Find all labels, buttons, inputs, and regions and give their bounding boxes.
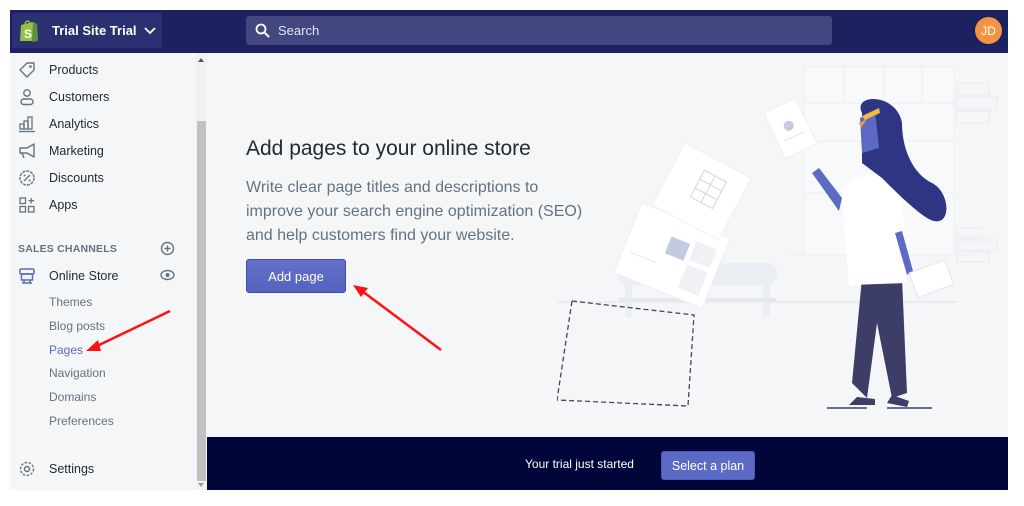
eye-icon[interactable] <box>160 269 175 281</box>
shopify-logo-icon: S <box>20 19 38 42</box>
tag-icon <box>19 61 35 78</box>
sidebar-subitem-navigation[interactable]: Navigation <box>49 366 106 380</box>
sidebar-item-settings[interactable]: Settings <box>10 455 196 482</box>
sidebar-subitem-blog-posts[interactable]: Blog posts <box>49 319 105 333</box>
sidebar-item-label: Settings <box>49 461 95 476</box>
sidebar-item-discounts[interactable]: Discounts <box>10 164 196 191</box>
sidebar-item-marketing[interactable]: Marketing <box>10 137 196 164</box>
sidebar-item-label: Online Store <box>49 268 119 283</box>
page-description: Write clear page titles and descriptions… <box>246 179 583 244</box>
store-switcher[interactable]: S Trial Site Trial <box>12 13 162 48</box>
sidebar-item-label: Products <box>49 62 99 77</box>
sidebar-item-label: Customers <box>49 89 110 104</box>
sales-channels-heading: SALES CHANNELS <box>18 243 118 255</box>
avatar[interactable]: JD <box>975 17 1002 44</box>
sidebar-item-label: Marketing <box>49 143 104 158</box>
apps-icon <box>19 196 35 213</box>
app-window: S Trial Site Trial JD Products <box>10 10 1008 490</box>
sidebar: Products Customers Analytics Marketing D… <box>10 53 196 490</box>
chevron-down-icon <box>143 26 156 34</box>
main-content: Add pages to your online store Write cle… <box>207 53 1008 437</box>
add-sales-channel-icon[interactable] <box>160 241 175 256</box>
top-bar: S Trial Site Trial JD <box>10 10 1008 53</box>
sidebar-item-customers[interactable]: Customers <box>10 83 196 110</box>
sidebar-scrollbar[interactable] <box>196 53 207 490</box>
sidebar-item-apps[interactable]: Apps <box>10 191 196 218</box>
sidebar-subitem-themes[interactable]: Themes <box>49 295 92 309</box>
sidebar-subitem-preferences[interactable]: Preferences <box>49 414 114 428</box>
scroll-up-arrow-icon[interactable] <box>198 58 204 62</box>
bar-chart-icon <box>19 115 35 132</box>
megaphone-icon <box>19 142 35 158</box>
sidebar-subitem-pages[interactable]: Pages <box>49 343 83 357</box>
sidebar-item-analytics[interactable]: Analytics <box>10 110 196 137</box>
sidebar-subitem-domains[interactable]: Domains <box>49 390 96 404</box>
sidebar-item-label: Discounts <box>49 170 104 185</box>
search-bar[interactable] <box>246 16 832 45</box>
trial-status-text: Your trial just started <box>525 457 634 471</box>
avatar-initials: JD <box>981 23 996 38</box>
search-input[interactable] <box>278 23 798 38</box>
sidebar-item-label: Analytics <box>49 116 100 131</box>
add-page-button[interactable]: Add page <box>246 259 346 293</box>
empty-state-illustration <box>557 66 998 409</box>
search-icon <box>255 23 270 38</box>
trial-banner: Your trial just started Select a plan <box>207 437 1008 490</box>
svg-text:S: S <box>24 27 32 41</box>
scrollbar-thumb[interactable] <box>197 121 206 481</box>
person-icon <box>20 88 34 105</box>
sidebar-item-products[interactable]: Products <box>10 56 196 83</box>
scroll-down-arrow-icon[interactable] <box>198 483 204 487</box>
store-name: Trial Site Trial <box>52 23 137 38</box>
discount-icon <box>19 169 35 186</box>
gear-icon <box>19 461 35 476</box>
page-heading: Add pages to your online store <box>246 137 531 160</box>
sidebar-item-label: Apps <box>49 197 78 212</box>
select-plan-button[interactable]: Select a plan <box>661 451 755 480</box>
store-icon <box>19 267 35 284</box>
